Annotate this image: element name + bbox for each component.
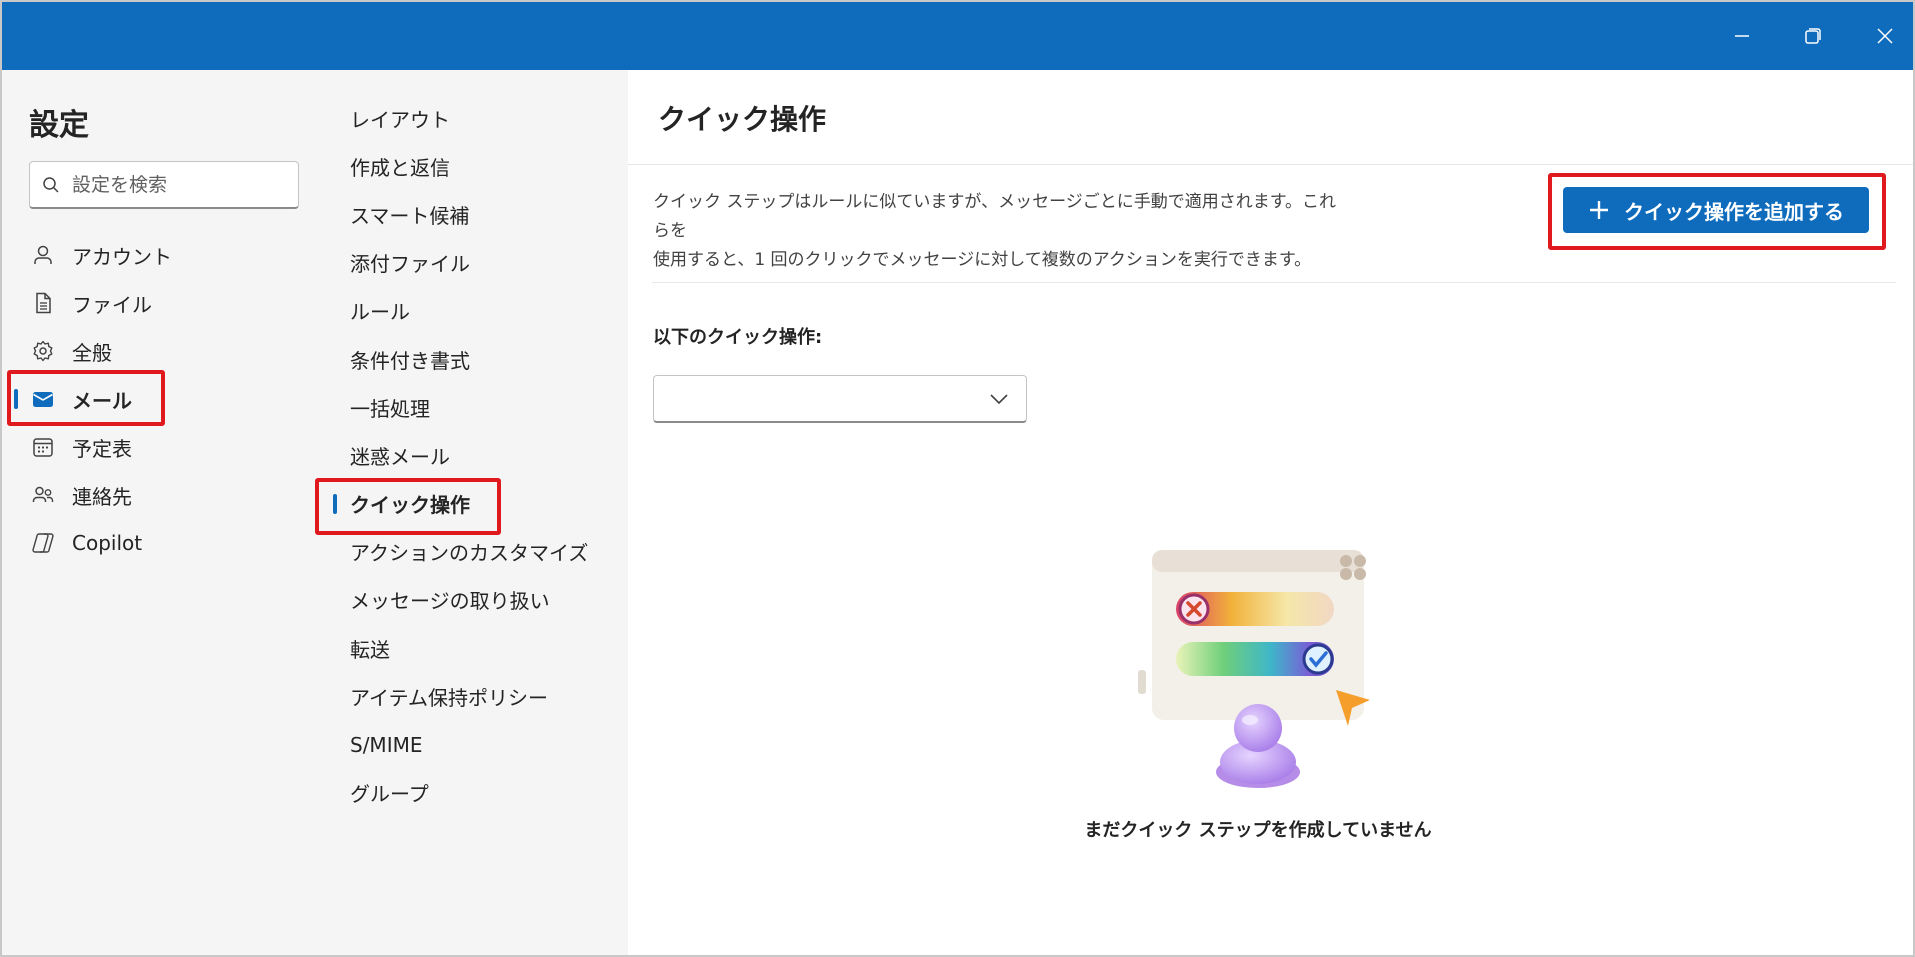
- document-icon: [30, 290, 56, 316]
- nav-item-account[interactable]: アカウント: [2, 231, 328, 279]
- chevron-down-icon: [990, 394, 1008, 405]
- copilot-icon: [30, 530, 56, 556]
- description-line-2: 使用すると、1 回のクリックでメッセージに対して複数のアクションを実行できます。: [653, 250, 1312, 270]
- subnav-item-quick-steps[interactable]: クイック操作: [328, 480, 628, 528]
- people-icon: [30, 482, 56, 508]
- nav-item-label: メール: [72, 388, 132, 413]
- quick-steps-list-label: 以下のクイック操作:: [653, 327, 823, 348]
- nav-item-general[interactable]: 全般: [2, 327, 328, 375]
- close-icon: [1877, 28, 1893, 44]
- subnav-item-compose-reply[interactable]: 作成と返信: [328, 142, 628, 190]
- divider: [628, 164, 1913, 165]
- restore-icon: [1805, 28, 1821, 44]
- add-quick-step-label: クイック操作を追加する: [1624, 199, 1844, 224]
- nav-item-label: アカウント: [72, 244, 172, 269]
- subnav-item-junk-email[interactable]: 迷惑メール: [328, 431, 628, 479]
- page-title: クイック操作: [658, 103, 827, 136]
- nav-item-label: 全般: [72, 340, 112, 365]
- quick-steps-panel: クイック操作 クイック ステップはルールに似ていますが、メッセージごとに手動で適…: [628, 70, 1913, 955]
- nav-item-label: 連絡先: [72, 484, 132, 509]
- calendar-icon: [30, 434, 56, 460]
- nav-item-label: Copilot: [72, 531, 143, 555]
- subnav-item-groups[interactable]: グループ: [328, 769, 628, 817]
- subnav-item-sweep[interactable]: 一括処理: [328, 383, 628, 431]
- divider: [652, 282, 1896, 283]
- subnav-item-conditional-formatting[interactable]: 条件付き書式: [328, 335, 628, 383]
- plus-icon: [1590, 201, 1608, 219]
- subnav-item-layout[interactable]: レイアウト: [328, 94, 628, 142]
- subnav-item-smime[interactable]: S/MIME: [328, 720, 628, 768]
- empty-state-illustration: [1138, 550, 1378, 790]
- person-icon: [30, 242, 56, 268]
- title-bar: [2, 2, 1913, 70]
- quick-steps-dropdown[interactable]: [653, 375, 1027, 423]
- description-line-1: クイック ステップはルールに似ていますが、メッセージごとに手動で適用されます。こ…: [653, 192, 1337, 241]
- subnav-item-message-handling[interactable]: メッセージの取り扱い: [328, 576, 628, 624]
- nav-item-copilot[interactable]: Copilot: [2, 519, 328, 567]
- subnav-item-smart-suggestions[interactable]: スマート候補: [328, 190, 628, 238]
- search-icon: [43, 176, 59, 193]
- mail-icon: [30, 386, 56, 412]
- subnav-item-rules[interactable]: ルール: [328, 287, 628, 335]
- settings-title: 設定: [29, 108, 89, 143]
- nav-item-mail[interactable]: メール: [2, 375, 328, 423]
- description: クイック ステップはルールに似ていますが、メッセージごとに手動で適用されます。こ…: [653, 188, 1353, 275]
- settings-category-pane: 設定 アカウント ファイル 全般: [2, 70, 328, 955]
- nav-item-files[interactable]: ファイル: [2, 279, 328, 327]
- search-input[interactable]: [72, 173, 272, 196]
- primary-nav: アカウント ファイル 全般 メール 予定表 連絡先 Copilot: [2, 231, 328, 567]
- empty-state-message: まだクイック ステップを作成していません: [1084, 820, 1432, 841]
- nav-item-contacts[interactable]: 連絡先: [2, 471, 328, 519]
- subnav-item-retention-policies[interactable]: アイテム保持ポリシー: [328, 672, 628, 720]
- secondary-nav: レイアウト 作成と返信 スマート候補 添付ファイル ルール 条件付き書式 一括処…: [328, 94, 628, 817]
- nav-item-label: ファイル: [72, 292, 152, 317]
- settings-search-box[interactable]: [29, 161, 299, 209]
- subnav-item-customize-actions[interactable]: アクションのカスタマイズ: [328, 528, 628, 576]
- restore-button[interactable]: [1793, 16, 1833, 56]
- gear-icon: [30, 338, 56, 364]
- nav-item-calendar[interactable]: 予定表: [2, 423, 328, 471]
- subnav-item-attachments[interactable]: 添付ファイル: [328, 239, 628, 287]
- close-button[interactable]: [1865, 16, 1905, 56]
- settings-window: 設定 アカウント ファイル 全般: [0, 0, 1915, 957]
- nav-item-label: 予定表: [72, 436, 132, 461]
- subnav-item-forwarding[interactable]: 転送: [328, 624, 628, 672]
- add-quick-step-button[interactable]: クイック操作を追加する: [1563, 187, 1869, 233]
- minimize-button[interactable]: [1722, 16, 1762, 56]
- minimize-icon: [1735, 35, 1749, 37]
- mail-subcategory-pane: レイアウト 作成と返信 スマート候補 添付ファイル ルール 条件付き書式 一括処…: [328, 70, 628, 955]
